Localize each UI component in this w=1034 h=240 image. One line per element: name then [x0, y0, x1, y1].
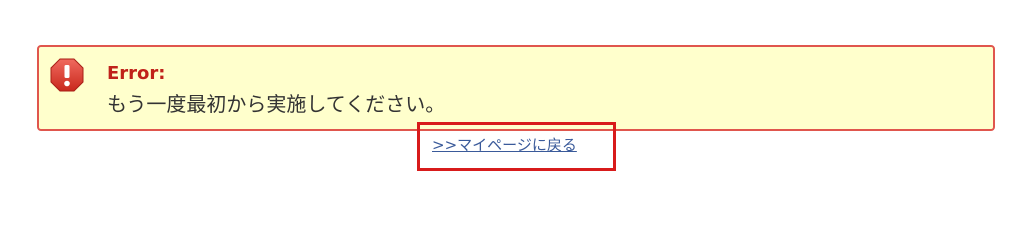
- error-message: もう一度最初から実施してください。: [107, 92, 446, 116]
- page: Error: もう一度最初から実施してください。 >>マイページに戻る: [0, 0, 1034, 203]
- error-title: Error:: [107, 63, 166, 84]
- error-alert: Error: もう一度最初から実施してください。: [37, 45, 995, 131]
- back-to-mypage-link[interactable]: >>マイページに戻る: [432, 135, 577, 155]
- error-icon: [49, 57, 85, 93]
